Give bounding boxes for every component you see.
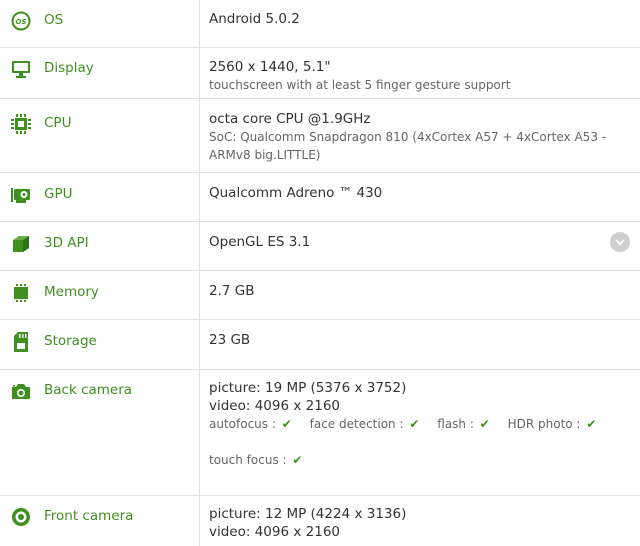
spec-row-memory: Memory 2.7 GB [0,271,640,320]
spec-value-cell: Qualcomm Adreno ™ 430 [200,173,640,221]
front-camera-icon [10,506,32,528]
spec-row-gpu: GPU Qualcomm Adreno ™ 430 [0,173,640,222]
gpu-icon [10,184,32,206]
back-camera-features-2: touch focus : ✔ [209,451,640,469]
spec-row-storage: Storage 23 GB [0,320,640,370]
spec-label-cell: CPU [0,99,200,172]
spec-label-display: Display [44,60,94,76]
memory-value: 2.7 GB [209,283,255,299]
spec-label-os: OS [44,12,64,28]
spec-row-front-camera: Front camera picture: 12 MP (4224 x 3136… [0,496,640,546]
spec-value-cell: 2.7 GB [200,271,640,319]
spec-label-cell: Display [0,48,200,98]
spec-label-cell: Storage [0,320,200,369]
cpu-subvalue: SoC: Qualcomm Snapdragon 810 (4xCortex A… [209,130,607,162]
check-icon: ✔ [281,417,292,431]
cpu-icon [10,113,32,135]
spec-row-3d-api: 3D API OpenGL ES 3.1 [0,222,640,271]
spec-label-memory: Memory [44,284,99,300]
spec-label-cell: 3D API [0,222,200,270]
spec-value-cell: picture: 12 MP (4224 x 3136) video: 4096… [200,496,640,546]
back-camera-picture: picture: 19 MP (5376 x 3752) [209,380,407,396]
memory-icon [10,282,32,304]
spec-value-cell: OpenGL ES 3.1 [200,222,640,270]
spec-row-back-camera: Back camera picture: 19 MP (5376 x 3752)… [0,370,640,496]
spec-row-cpu: CPU octa core CPU @1.9GHz SoC: Qualcomm … [0,99,640,173]
check-icon: ✔ [292,453,303,467]
spec-row-display: Display 2560 x 1440, 5.1" touchscreen wi… [0,48,640,99]
gpu-value: Qualcomm Adreno ™ 430 [209,185,383,201]
check-icon: ✔ [479,417,490,431]
back-camera-video: video: 4096 x 2160 [209,398,340,414]
os-value: Android 5.0.2 [209,11,300,27]
spec-label-3d-api: 3D API [44,235,89,251]
cpu-value: octa core CPU @1.9GHz [209,111,371,127]
spec-value-cell: 23 GB [200,320,640,369]
storage-value: 23 GB [209,332,251,348]
storage-icon [10,331,32,353]
spec-row-os: OS OS Android 5.0.2 [0,0,640,48]
spec-label-cell: GPU [0,173,200,221]
spec-label-cell: Back camera [0,370,200,495]
spec-label-cell: Memory [0,271,200,319]
cube-icon [10,233,32,255]
camera-icon [10,380,32,402]
feature-touch-focus: touch focus : ✔ [209,453,303,467]
os-icon: OS [10,10,32,32]
spec-table: OS OS Android 5.0.2 Display 2560 x 1440,… [0,0,640,546]
svg-text:OS: OS [16,18,27,26]
feature-hdr-photo: HDR photo : ✔ [507,417,597,431]
chevron-down-icon[interactable] [610,232,630,252]
3d-api-value: OpenGL ES 3.1 [209,234,311,250]
feature-flash: flash : ✔ [437,417,490,431]
display-icon [10,58,32,80]
feature-face-detection: face detection : ✔ [309,417,420,431]
spec-label-cell: OS OS [0,0,200,47]
back-camera-features: autofocus : ✔ face detection : ✔ flash :… [209,415,640,433]
spec-label-gpu: GPU [44,186,73,202]
spec-value-cell: picture: 19 MP (5376 x 3752) video: 4096… [200,370,640,495]
front-camera-picture: picture: 12 MP (4224 x 3136) [209,506,407,522]
spec-label-storage: Storage [44,333,97,349]
check-icon: ✔ [586,417,597,431]
check-icon: ✔ [409,417,420,431]
spec-label-cell: Front camera [0,496,200,546]
display-value: 2560 x 1440, 5.1" [209,59,331,75]
display-subvalue: touchscreen with at least 5 finger gestu… [209,78,511,92]
spec-value-cell: octa core CPU @1.9GHz SoC: Qualcomm Snap… [200,99,640,172]
spec-value-cell: 2560 x 1440, 5.1" touchscreen with at le… [200,48,640,98]
front-camera-video: video: 4096 x 2160 [209,524,340,540]
spec-label-front-camera: Front camera [44,508,134,524]
spec-label-back-camera: Back camera [44,382,133,398]
spec-label-cpu: CPU [44,115,72,131]
feature-autofocus: autofocus : ✔ [209,417,292,431]
spec-value-cell: Android 5.0.2 [200,0,640,47]
